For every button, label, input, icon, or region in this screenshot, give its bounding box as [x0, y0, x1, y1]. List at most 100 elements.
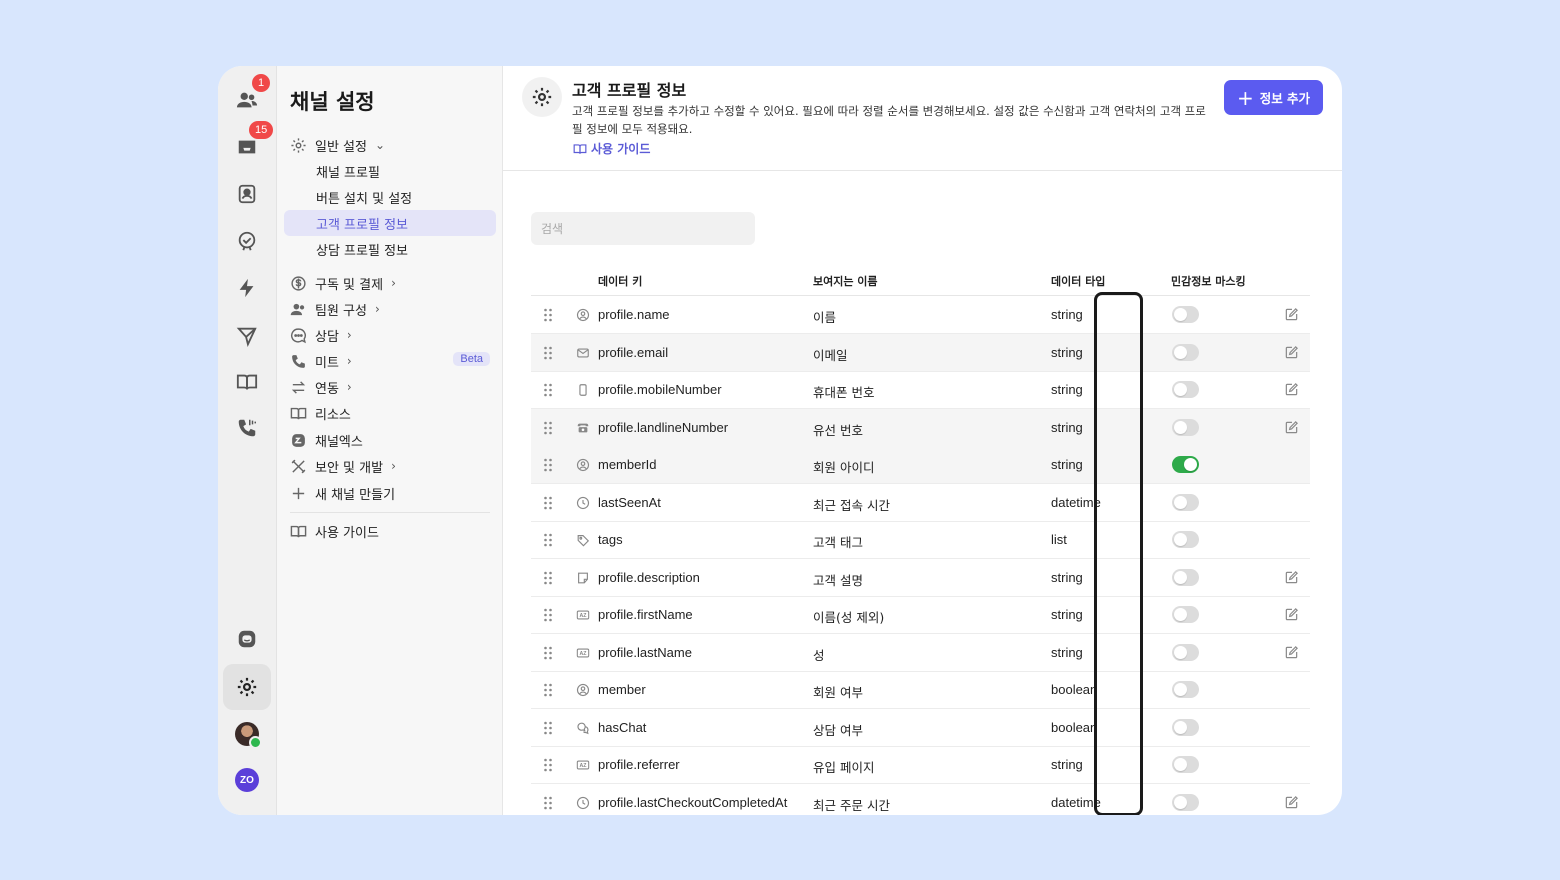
table-row[interactable]: AZ profile.lastName 성 string: [531, 634, 1310, 672]
edit-icon[interactable]: [1284, 420, 1299, 435]
table-row[interactable]: profile.mobileNumber 휴대폰 번호 string: [531, 371, 1310, 409]
person-circle-icon: [576, 458, 590, 472]
book-icon: [573, 143, 587, 154]
gear-icon: [290, 137, 307, 154]
nav-chat[interactable]: 상담 ›: [284, 322, 496, 348]
nav-new-channel[interactable]: 새 채널 만들기: [284, 480, 496, 506]
bot-button[interactable]: [223, 619, 271, 659]
data-key: profile.lastCheckoutCompletedAt: [598, 794, 788, 810]
svg-text:AZ: AZ: [580, 613, 588, 619]
chat-bubble-icon: [290, 327, 307, 344]
drag-handle-icon[interactable]: [543, 608, 553, 622]
guide-link[interactable]: 사용 가이드: [573, 140, 650, 157]
nav-user-guide[interactable]: 사용 가이드: [284, 518, 496, 544]
settings-button[interactable]: [223, 664, 271, 710]
masking-toggle[interactable]: [1172, 756, 1199, 773]
drag-handle-icon[interactable]: [543, 383, 553, 397]
table-row[interactable]: tags 고객 태그 list: [531, 521, 1310, 559]
tasks-button[interactable]: [223, 221, 271, 261]
masking-toggle[interactable]: [1172, 493, 1199, 511]
drag-handle-icon[interactable]: [543, 533, 553, 547]
drag-handle-icon[interactable]: [543, 758, 553, 772]
campaign-button[interactable]: [223, 316, 271, 356]
masking-toggle[interactable]: [1172, 718, 1199, 736]
nav-channelx[interactable]: 채널엑스: [284, 427, 496, 453]
edit-icon[interactable]: [1284, 307, 1299, 322]
masking-toggle[interactable]: [1172, 381, 1199, 398]
column-data-key: 데이터 키: [598, 275, 643, 288]
drag-handle-icon[interactable]: [543, 721, 553, 735]
drag-handle-icon[interactable]: [543, 571, 553, 585]
gear-icon: [522, 77, 562, 117]
masking-toggle[interactable]: [1172, 568, 1199, 586]
table-row[interactable]: profile.name 이름 string: [531, 296, 1310, 334]
table-row[interactable]: profile.email 이메일 string: [531, 333, 1310, 372]
edit-icon[interactable]: [1284, 345, 1299, 360]
table-row[interactable]: profile.description 고객 설명 string: [531, 559, 1310, 597]
mail-icon: [576, 346, 590, 360]
display-name: 이름(성 제외): [813, 610, 885, 625]
drag-handle-icon[interactable]: [543, 421, 553, 435]
nav-resources[interactable]: 리소스: [284, 400, 496, 426]
table-row[interactable]: member 회원 여부 boolean: [531, 671, 1310, 709]
chevron-right-icon: ›: [346, 354, 352, 368]
nav-customer-profile[interactable]: 고객 프로필 정보: [284, 210, 496, 236]
team-chat-button[interactable]: 1: [223, 74, 271, 120]
table-row[interactable]: memberId 회원 아이디 string: [531, 446, 1310, 484]
masking-toggle[interactable]: [1172, 606, 1199, 623]
drag-handle-icon[interactable]: [543, 308, 553, 322]
bolt-icon: [239, 278, 254, 298]
data-type: string: [1051, 419, 1083, 435]
search-input[interactable]: [531, 212, 755, 245]
automation-button[interactable]: [223, 268, 271, 308]
masking-toggle[interactable]: [1172, 306, 1199, 323]
masking-toggle[interactable]: [1172, 456, 1199, 473]
table-row[interactable]: lastSeenAt 최근 접속 시간 datetime: [531, 484, 1310, 522]
drag-handle-icon[interactable]: [543, 458, 553, 472]
data-type: string: [1051, 382, 1083, 397]
nav-channel-profile[interactable]: 채널 프로필: [284, 158, 496, 184]
masking-toggle[interactable]: [1172, 343, 1199, 361]
edit-icon[interactable]: [1284, 382, 1299, 397]
drag-handle-icon[interactable]: [543, 683, 553, 697]
settings-nav: 채널 설정 일반 설정 ⌄ 채널 프로필 버튼 설치 및 설정 고객 프로필 정…: [277, 66, 503, 815]
data-key: memberId: [598, 457, 657, 472]
nav-team[interactable]: 팀원 구성 ›: [284, 296, 496, 322]
documents-button[interactable]: [223, 362, 271, 402]
table-row[interactable]: profile.landlineNumber 유선 번호 string: [531, 408, 1310, 447]
nav-integration[interactable]: 연동 ›: [284, 374, 496, 400]
nav-security[interactable]: 보안 및 개발 ›: [284, 453, 496, 479]
masking-toggle[interactable]: [1172, 418, 1199, 436]
edit-icon[interactable]: [1284, 645, 1299, 660]
person-circle-icon: [576, 308, 590, 322]
nav-meet[interactable]: 미트 › Beta: [284, 348, 496, 374]
nav-general-settings[interactable]: 일반 설정 ⌄: [284, 132, 496, 158]
drag-handle-icon[interactable]: [543, 646, 553, 660]
calls-button[interactable]: [223, 408, 271, 448]
profile-button[interactable]: [223, 714, 271, 754]
workspace-button[interactable]: ZO: [223, 760, 271, 800]
masking-toggle[interactable]: [1172, 681, 1199, 698]
drag-handle-icon[interactable]: [543, 346, 553, 360]
nav-button-setup[interactable]: 버튼 설치 및 설정: [284, 184, 496, 210]
drag-handle-icon[interactable]: [543, 796, 553, 810]
table-row[interactable]: profile.lastCheckoutCompletedAt 최근 주문 시간 d…: [531, 784, 1310, 816]
edit-icon[interactable]: [1284, 607, 1299, 622]
edit-icon[interactable]: [1284, 795, 1299, 810]
edit-icon[interactable]: [1284, 570, 1299, 585]
add-info-button[interactable]: + 정보 추가: [1224, 80, 1323, 115]
data-type: datetime: [1051, 794, 1101, 810]
masking-toggle[interactable]: [1172, 793, 1199, 811]
nav-chat-profile[interactable]: 상담 프로필 정보: [284, 236, 496, 262]
nav-billing[interactable]: 구독 및 결제 ›: [284, 270, 496, 296]
table-row[interactable]: hasChat 상담 여부 boolean: [531, 709, 1310, 747]
table-row[interactable]: AZ profile.firstName 이름(성 제외) string: [531, 596, 1310, 634]
masking-toggle[interactable]: [1172, 531, 1199, 548]
inbox-button[interactable]: 15: [223, 121, 274, 167]
masking-toggle[interactable]: [1172, 643, 1199, 661]
table-row[interactable]: AZ profile.referrer 유입 페이지 string: [531, 746, 1310, 784]
drag-handle-icon[interactable]: [543, 496, 553, 510]
contacts-button[interactable]: [223, 174, 271, 214]
guide-link-label: 사용 가이드: [591, 142, 651, 156]
nav-label: 상담: [315, 329, 339, 345]
